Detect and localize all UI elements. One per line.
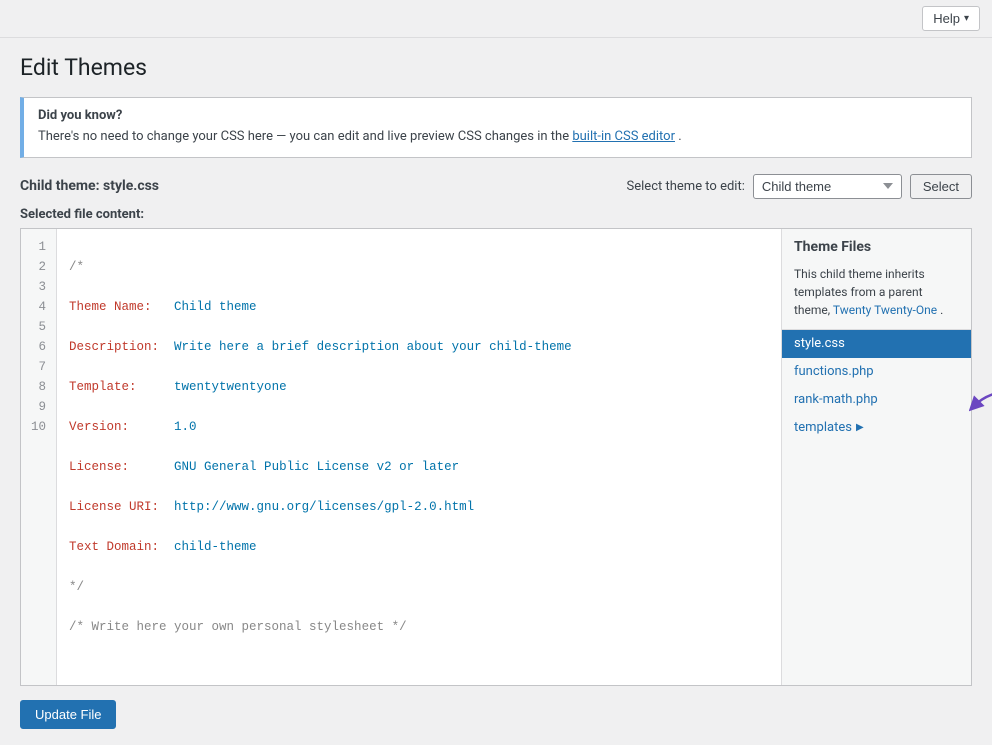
selected-file-label: Selected file content:	[20, 207, 972, 222]
theme-selector: Select theme to edit: Child theme Twenty…	[627, 174, 972, 199]
theme-files-panel: Theme Files This child theme inherits te…	[781, 229, 971, 685]
code-line-2: Theme Name: Child theme	[69, 297, 769, 317]
select-theme-button[interactable]: Select	[910, 174, 972, 199]
file-item-templates-dir[interactable]: templates ▶	[782, 414, 971, 441]
code-line-5: Version: 1.0	[69, 417, 769, 437]
arrow-annotation-icon	[969, 386, 992, 416]
file-item-functions-php[interactable]: functions.php	[782, 358, 971, 386]
selector-label: Select theme to edit:	[627, 179, 745, 194]
desc-after: .	[940, 303, 943, 317]
templates-arrow-icon: ▶	[856, 422, 864, 433]
update-file-button[interactable]: Update File	[20, 700, 116, 729]
code-line-3: Description: Write here a brief descript…	[69, 337, 769, 357]
code-line-10: /* Write here your own personal styleshe…	[69, 617, 769, 637]
theme-files-title: Theme Files	[782, 229, 971, 261]
code-line-4: Template: twentytwentyone	[69, 377, 769, 397]
top-bar: Help ▾	[0, 0, 992, 38]
info-box-text-after: .	[678, 129, 681, 144]
code-content[interactable]: /* Theme Name: Child theme Description: …	[57, 229, 781, 685]
file-item-rank-math-wrapper: rank-math.php	[782, 386, 971, 414]
theme-files-desc: This child theme inherits templates from…	[782, 261, 971, 330]
help-button[interactable]: Help ▾	[922, 6, 980, 31]
code-line-7: License URI: http://www.gnu.org/licenses…	[69, 497, 769, 517]
css-editor-link[interactable]: built-in CSS editor	[572, 129, 675, 144]
line-numbers: 1 2 3 4 5 6 7 8 9 10	[21, 229, 57, 685]
page-title: Edit Themes	[20, 54, 972, 81]
info-box-text-before: There's no need to change your CSS here …	[38, 129, 572, 144]
main-content: Edit Themes Did you know? There's no nee…	[0, 38, 992, 745]
help-label: Help	[933, 11, 960, 26]
chevron-down-icon: ▾	[964, 13, 969, 24]
file-label: Child theme: style.css	[20, 178, 159, 194]
code-line-1: /*	[69, 257, 769, 277]
info-box-text: There's no need to change your CSS here …	[38, 127, 957, 147]
file-item-style-css[interactable]: style.css	[782, 330, 971, 358]
footer-area: Update File	[20, 686, 972, 729]
editor-container: 1 2 3 4 5 6 7 8 9 10 /* Theme Name: Chil…	[20, 228, 972, 686]
code-line-6: License: GNU General Public License v2 o…	[69, 457, 769, 477]
code-line-8: Text Domain: child-theme	[69, 537, 769, 557]
code-line-9: */	[69, 577, 769, 597]
info-box: Did you know? There's no need to change …	[20, 97, 972, 158]
parent-theme-link[interactable]: Twenty Twenty-One	[833, 303, 937, 317]
theme-select[interactable]: Child theme Twenty Twenty-One	[753, 174, 902, 199]
info-box-title: Did you know?	[38, 108, 957, 123]
code-area[interactable]: 1 2 3 4 5 6 7 8 9 10 /* Theme Name: Chil…	[21, 229, 781, 685]
templates-label: templates	[794, 420, 852, 435]
file-item-rank-math-php[interactable]: rank-math.php	[782, 386, 971, 414]
code-area-wrapper: 1 2 3 4 5 6 7 8 9 10 /* Theme Name: Chil…	[21, 229, 781, 685]
editor-header: Child theme: style.css Select theme to e…	[20, 174, 972, 199]
